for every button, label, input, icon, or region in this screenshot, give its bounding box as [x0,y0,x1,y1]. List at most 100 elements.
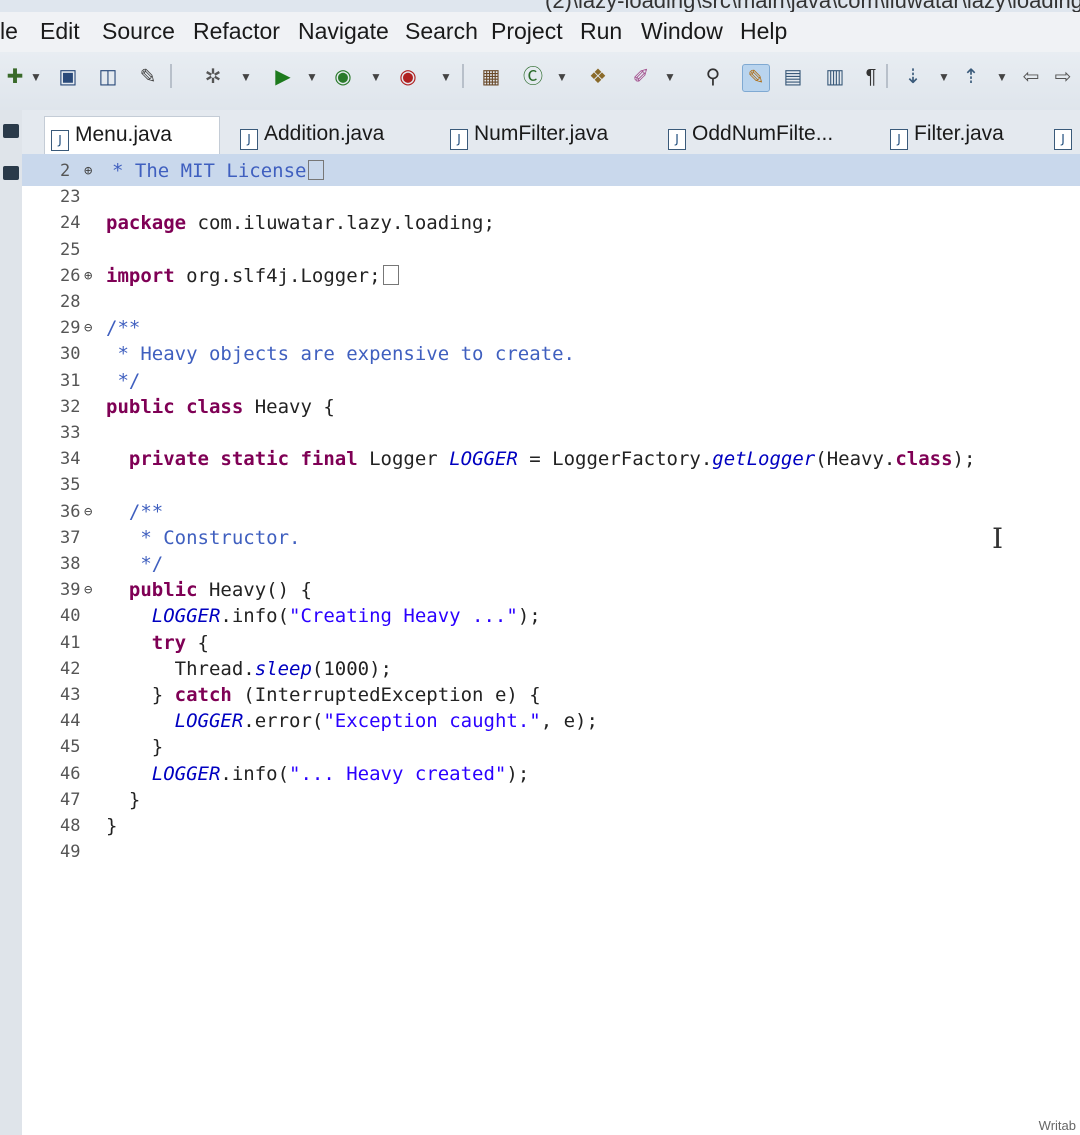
code-line[interactable]: 45 } [22,734,1080,760]
external-tools-icon[interactable]: ◉ [395,64,421,90]
tab-addition-java[interactable]: J Addition.java [234,116,384,156]
word-wrap-icon[interactable]: ▥ [822,64,848,90]
code-line[interactable]: 49 [22,839,1080,865]
chevron-down-icon[interactable]: ▼ [556,64,568,90]
chevron-down-icon[interactable]: ▼ [370,64,382,90]
code-text: */ [106,368,140,394]
debug-icon[interactable]: ✲ [200,64,226,90]
save-all-icon[interactable]: ◫ [95,64,121,90]
chevron-down-icon[interactable]: ▼ [938,64,950,90]
code-line[interactable]: 26 ⊕ import org.slf4j.Logger; [22,263,1080,289]
tab-oddnumfilter-java[interactable]: J OddNumFilte... [662,116,833,156]
code-line[interactable]: 24 package com.iluwatar.lazy.loading; [22,210,1080,236]
menu-source[interactable]: Source [102,18,175,45]
new-class-icon[interactable]: Ⓒ [520,64,546,90]
code-line[interactable]: 40 LOGGER.info("Creating Heavy ..."); [22,603,1080,629]
run-icon[interactable]: ▶ [270,64,296,90]
chevron-down-icon[interactable]: ▼ [30,64,42,90]
code-line[interactable]: 39 ⊖ public Heavy() { [22,577,1080,603]
tab-overflow[interactable]: J [1048,116,1078,156]
search-icon[interactable]: ✐ [628,64,654,90]
code-token: , e); [540,710,598,733]
code-line[interactable]: 31 */ [22,368,1080,394]
coverage-icon[interactable]: ◉ [330,64,356,90]
menu-project[interactable]: Project [491,18,563,45]
menu-run[interactable]: Run [580,18,622,45]
code-line[interactable]: 2 ⊕ * The MIT License [22,158,1080,184]
code-token: LOGGER [449,448,518,471]
text-cursor-icon: I [992,522,1004,555]
pin-icon[interactable]: ✎ [135,64,161,90]
line-number: 41 [60,632,81,653]
tab-label: Addition.java [264,122,385,145]
menu-search[interactable]: Search [405,18,478,45]
back-icon[interactable]: ⇦ [1018,64,1044,90]
code-line[interactable]: 23 [22,184,1080,210]
chevron-down-icon[interactable]: ▼ [664,64,676,90]
code-line[interactable]: 25 [22,237,1080,263]
menu-edit[interactable]: Edit [40,18,80,45]
code-token: /** [106,317,141,340]
show-whitespace-icon[interactable]: ¶ [858,64,884,90]
tab-menu-java[interactable]: J Menu.java [44,116,220,157]
code-line[interactable]: 37 * Constructor. [22,525,1080,551]
code-line[interactable]: 36 ⊖ /** [22,499,1080,525]
folded-region-icon[interactable] [382,264,399,285]
new-icon[interactable]: ✚ [2,64,28,90]
code-line[interactable]: 48} [22,813,1080,839]
folded-region-icon[interactable] [308,160,325,180]
editor-tab-bar: J Menu.java J Addition.java J NumFilter.jav… [22,110,1080,157]
menu-window[interactable]: Window [641,18,723,45]
menu-refactor[interactable]: Refactor [193,18,280,45]
next-annotation-icon[interactable]: ⇣ [900,64,926,90]
code-line[interactable]: 43 } catch (InterruptedException e) { [22,682,1080,708]
block-selection-icon[interactable]: ▤ [780,64,806,90]
code-line[interactable]: 46 LOGGER.info("... Heavy created"); [22,761,1080,787]
code-line[interactable]: 41 try { [22,630,1080,656]
line-number: 47 [60,789,81,810]
menu-help[interactable]: Help [740,18,787,45]
chevron-down-icon[interactable]: ▼ [306,64,318,90]
collapse-fold-icon[interactable]: ⊖ [84,499,92,525]
code-editor[interactable]: 2 ⊕ * The MIT License 23 24 package com.iluwa… [22,154,1080,1135]
collapse-fold-icon[interactable]: ⊖ [84,577,92,603]
open-type-icon[interactable]: ❖ [585,64,611,90]
tab-filter-java[interactable]: J Filter.java [884,116,1004,156]
collapse-fold-icon[interactable]: ⊖ [84,315,92,341]
code-line[interactable]: 44 LOGGER.error("Exception caught.", e); [22,708,1080,734]
code-line[interactable]: 35 [22,472,1080,498]
highlight-occurrences-icon[interactable]: ✎ [742,64,770,92]
expand-fold-icon[interactable]: ⊕ [84,158,92,184]
code-token: "Creating Heavy ..." [289,605,518,628]
line-number: 32 [60,396,81,417]
tab-numfilter-java[interactable]: J NumFilter.java [444,116,608,156]
restore-view-icon[interactable] [3,124,19,138]
chevron-down-icon[interactable]: ▼ [240,64,252,90]
chevron-down-icon[interactable]: ▼ [440,64,452,90]
toggle-mark-icon[interactable]: ⚲ [700,64,726,90]
window-title-bar: (2)\lazy-loading\src\main\java\com\iluwa… [0,0,1080,12]
new-package-icon[interactable]: ▦ [478,64,504,90]
line-number: 28 [60,292,81,312]
code-line[interactable]: 33 [22,420,1080,446]
package-explorer-icon[interactable] [3,166,19,180]
code-line[interactable]: 47 } [22,787,1080,813]
code-line[interactable]: 30 * Heavy objects are expensive to crea… [22,341,1080,367]
code-line[interactable]: 29 ⊖ /** [22,315,1080,341]
code-token: ); [517,605,541,628]
code-line[interactable]: 38 */ [22,551,1080,577]
code-line[interactable]: 28 [22,289,1080,315]
code-line[interactable]: 34 private static final Logger LOGGER = … [22,446,1080,472]
save-icon[interactable]: ▣ [55,64,81,90]
code-token: } [106,815,118,837]
code-text: import org.slf4j.Logger; [106,263,399,289]
chevron-down-icon[interactable]: ▼ [996,64,1008,90]
previous-annotation-icon[interactable]: ⇡ [958,64,984,90]
menu-file[interactable]: le [0,18,18,45]
line-number: 33 [60,423,81,443]
code-line[interactable]: 42 Thread.sleep(1000); [22,656,1080,682]
menu-navigate[interactable]: Navigate [298,18,389,45]
code-line[interactable]: 32 public class Heavy { [22,394,1080,420]
expand-fold-icon[interactable]: ⊕ [84,263,92,289]
forward-icon[interactable]: ⇨ [1050,64,1076,90]
